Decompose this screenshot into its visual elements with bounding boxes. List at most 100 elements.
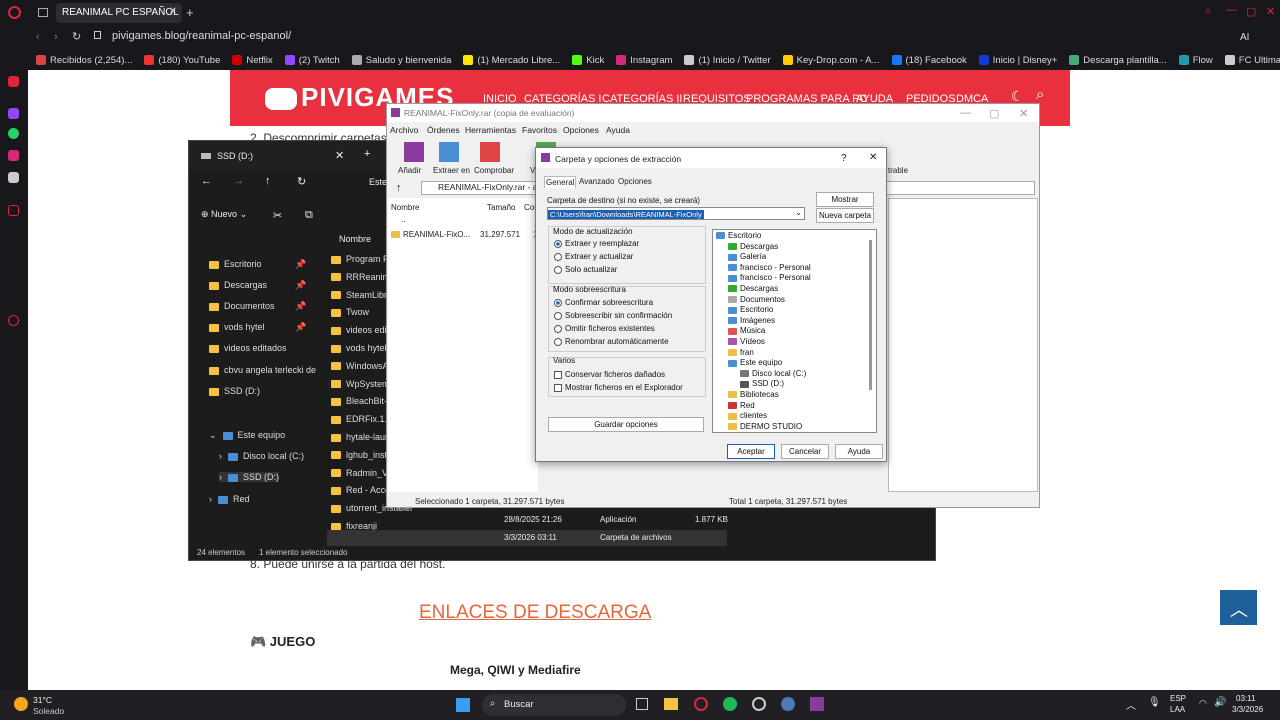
cancel-button[interactable]: Cancelar: [781, 444, 829, 459]
bookmark-item[interactable]: Saludo y bienvenida: [351, 55, 451, 66]
file-row[interactable]: vods hytel: [331, 343, 387, 353]
help-icon[interactable]: ?: [841, 153, 847, 164]
file-row[interactable]: hytale-laun: [331, 432, 390, 442]
tree-item[interactable]: DERMO STUDIO: [728, 422, 802, 431]
this-pc-item[interactable]: › Disco local (C:): [219, 451, 304, 461]
bookmark-item[interactable]: Key-Drop.com - A...: [782, 55, 880, 66]
messenger-icon[interactable]: [8, 76, 19, 87]
quick-access-item[interactable]: Descargas 📌: [209, 280, 306, 290]
opera-icon[interactable]: [8, 6, 21, 19]
col-name[interactable]: Nombre: [391, 203, 419, 212]
history-icon[interactable]: [8, 205, 19, 216]
tree-item[interactable]: Escritorio: [716, 231, 761, 240]
file-row[interactable]: SteamLibra: [331, 290, 392, 300]
instagram-icon[interactable]: [8, 150, 19, 161]
show-button[interactable]: Mostrar: [816, 192, 874, 207]
weather-temp[interactable]: 31°C: [33, 695, 52, 705]
quick-access-item[interactable]: Escritorio 📌: [209, 259, 306, 269]
minimize-icon[interactable]: —: [1226, 4, 1237, 16]
radio-option[interactable]: Omitir ficheros existentes: [554, 324, 655, 333]
radio-option[interactable]: Solo actualizar: [554, 265, 617, 274]
tree-item[interactable]: Vídeos: [728, 337, 765, 346]
tree-item[interactable]: SSD (D:): [740, 379, 784, 388]
up-icon[interactable]: ↑: [265, 175, 271, 187]
bookmark-item[interactable]: Flow: [1178, 55, 1213, 66]
address-field[interactable]: Este: [369, 177, 387, 187]
menu-item[interactable]: Opciones: [563, 125, 599, 135]
weather-icon[interactable]: [14, 697, 28, 711]
task-view-icon[interactable]: [636, 698, 648, 710]
x-icon[interactable]: [8, 172, 19, 183]
tree-item[interactable]: clientes: [728, 411, 767, 420]
tree-item[interactable]: Escritorio: [728, 305, 773, 314]
ok-button[interactable]: Aceptar: [727, 444, 775, 459]
chevron-down-icon[interactable]: ⌄: [795, 208, 802, 217]
tool-button[interactable]: Añadir: [398, 166, 421, 175]
file-row[interactable]: BleachBit-5: [331, 396, 392, 406]
quick-access-item[interactable]: cbvu angela terlecki de: [209, 365, 316, 375]
file-row[interactable]: WindowsAp: [331, 361, 394, 371]
whatsapp-icon[interactable]: [8, 128, 19, 139]
refresh-icon[interactable]: ↻: [297, 175, 306, 188]
new-button[interactable]: ⊕ Nuevo ⌄: [201, 209, 247, 220]
maximize-icon[interactable]: ▢: [1246, 5, 1256, 18]
explorer-tab[interactable]: SSD (D:): [217, 151, 253, 161]
checkbox-option[interactable]: Conservar ficheros dañados: [554, 370, 665, 379]
up-folder-icon[interactable]: ↑: [396, 182, 402, 194]
bookmark-item[interactable]: (180) YouTube: [144, 55, 220, 66]
close-window-icon[interactable]: ✕: [1266, 5, 1275, 18]
tool-button[interactable]: Comprobar: [474, 166, 514, 175]
file-row[interactable]: lghub_insta: [331, 450, 392, 460]
steam-icon[interactable]: [781, 697, 795, 711]
winrar-taskbar-icon[interactable]: [810, 697, 824, 711]
help-button[interactable]: Ayuda: [835, 444, 883, 459]
wifi-icon[interactable]: ◠: [1199, 698, 1207, 709]
settings-icon[interactable]: [8, 315, 19, 326]
tree-item[interactable]: Galería: [728, 252, 766, 261]
this-pc-item[interactable]: ⌄ Este equipo: [209, 430, 285, 441]
lang-top[interactable]: ESP: [1170, 694, 1186, 703]
bookmark-item[interactable]: Recibidos (2,254)...: [36, 55, 132, 66]
bookmark-item[interactable]: Inicio | Disney+: [978, 55, 1057, 66]
file-explorer-icon[interactable]: [664, 698, 678, 710]
winrar-minimize[interactable]: —: [960, 107, 971, 119]
row-up[interactable]: ..: [401, 215, 405, 224]
tab-overview-icon[interactable]: [38, 8, 48, 17]
tree-item[interactable]: Bibliotecas: [728, 390, 779, 399]
quick-access-item[interactable]: vods hytel 📌: [209, 322, 306, 332]
menu-item[interactable]: Herramientas: [465, 125, 516, 135]
tree-item[interactable]: Imágenes: [728, 316, 775, 325]
menu-item[interactable]: Favoritos: [522, 125, 557, 135]
url-field[interactable]: pivigames.blog/reanimal-pc-espanol/: [112, 30, 291, 42]
tree-item[interactable]: Este equipo: [728, 358, 782, 367]
extract-tool-label[interactable]: trable: [888, 166, 908, 175]
browser-tab[interactable]: REANIMAL PC ESPAÑOL ✕: [56, 3, 182, 23]
volume-icon[interactable]: 🔊: [1214, 697, 1226, 708]
checkbox-option[interactable]: Mostrar ficheros en el Explorador: [554, 383, 683, 392]
tree-item[interactable]: francisco - Personal: [728, 263, 811, 272]
tree-item[interactable]: Red: [728, 401, 755, 410]
column-name[interactable]: Nombre: [339, 234, 371, 244]
cut-icon[interactable]: ✂: [273, 209, 282, 222]
file-row[interactable]: Red - Acces: [331, 485, 395, 495]
radio-option[interactable]: Sobreescribir sin confirmación: [554, 311, 672, 320]
this-pc-item[interactable]: › SSD (D:): [219, 472, 279, 482]
save-options-button[interactable]: Guardar opciones: [548, 417, 704, 432]
site-search-icon[interactable]: ⌕: [1036, 86, 1044, 103]
dialog-tab[interactable]: General: [544, 176, 577, 188]
row-name[interactable]: REANIMAL-FixO...: [391, 230, 470, 239]
bookmark-item[interactable]: Kick: [572, 55, 604, 66]
dialog-close-icon[interactable]: ✕: [869, 152, 877, 163]
discord-icon[interactable]: [752, 697, 766, 711]
mic-icon[interactable]: 🎙: [1148, 697, 1161, 708]
back-icon[interactable]: ←: [201, 175, 212, 187]
new-folder-button[interactable]: Nueva carpeta: [816, 208, 874, 223]
col-size[interactable]: Tamaño: [487, 203, 515, 212]
bookmark-item[interactable]: (18) Facebook: [891, 55, 967, 66]
bookmark-item[interactable]: (1) Mercado Libre...: [463, 55, 560, 66]
tray-chevron-icon[interactable]: ︿: [1126, 697, 1136, 712]
bookmark-item[interactable]: FC Ultimate Team...: [1224, 55, 1280, 66]
new-tab-icon[interactable]: +: [364, 148, 370, 160]
spotify-icon[interactable]: [723, 697, 737, 711]
close-icon[interactable]: ✕: [169, 6, 177, 17]
